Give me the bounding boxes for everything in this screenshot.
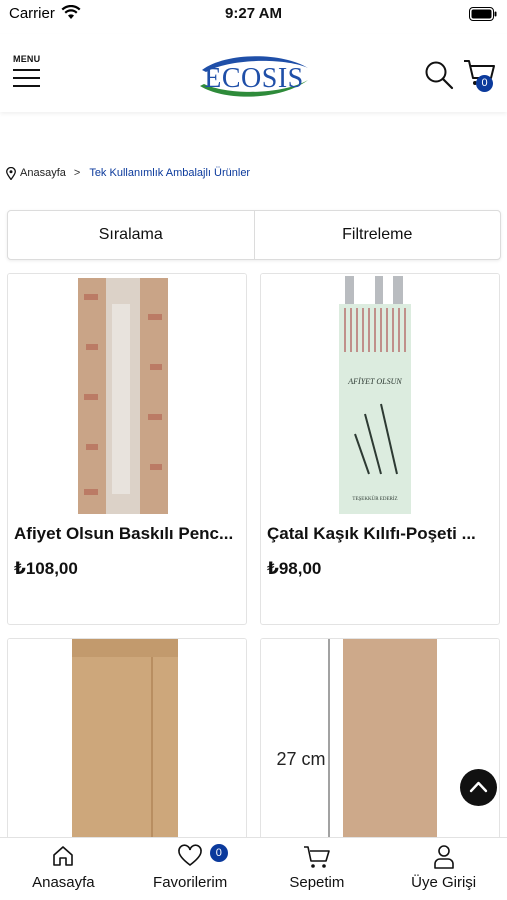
breadcrumb-home-link[interactable]: Anasayfa [20,167,66,179]
menu-label: MENU [13,54,41,64]
scroll-to-top-button[interactable] [460,769,497,806]
tab-favorites[interactable]: 0 Favorilerim [127,838,254,900]
ecosis-logo[interactable]: ECOSIS [196,50,312,102]
tab-login[interactable]: Üye Girişi [380,838,507,900]
product-image[interactable] [8,274,246,514]
product-price: ₺108,00 [14,559,78,578]
product-card[interactable]: Afiyet Olsun Baskılı Penc... ₺108,00 [7,273,247,625]
bottom-tab-bar: Anasayfa 0 Favorilerim Sepetim Üye Giriş… [0,837,507,900]
tab-cart-label: Sepetim [289,874,345,891]
logo-text: ECOSIS [204,63,304,94]
breadcrumb-current-category[interactable]: Tek Kullanımlık Ambalajlı Ürünler [89,167,250,179]
product-title[interactable]: Çatal Kaşık Kılıfı-Poşeti ... [267,524,495,544]
sort-filter-bar: Sıralama Filtreleme [7,210,501,260]
cart-icon [303,846,330,868]
cart-count-badge: 0 [476,75,493,92]
product-title[interactable]: Afiyet Olsun Baskılı Penc... [14,524,242,544]
tab-home-label: Anasayfa [32,874,95,891]
product-card[interactable] [7,638,247,848]
arrow-up-icon [469,781,488,793]
search-icon [425,61,454,90]
battery-icon [469,7,497,21]
filter-button[interactable]: Filtreleme [255,211,501,259]
breadcrumb: Anasayfa > Tek Kullanımlık Ambalajlı Ürü… [6,164,250,182]
tab-cart[interactable]: Sepetim [254,838,381,900]
size-caption: 27 cm [276,749,325,769]
sleeve-print-top: AFİYET OLSUN [347,377,402,386]
product-image[interactable] [8,639,246,847]
location-pin-icon [6,166,16,180]
product-card[interactable]: AFİYET OLSUN TEŞEKKÜR EDERİZ Çatal Kaşık… [260,273,500,625]
tab-home[interactable]: Anasayfa [0,838,127,900]
search-button[interactable] [424,60,454,90]
status-bar: Carrier 9:27 AM [0,0,507,30]
tab-favorites-label: Favorilerim [153,874,228,891]
sleeve-print-bottom: TEŞEKKÜR EDERİZ [352,496,397,502]
product-image[interactable]: 27 cm [261,639,499,847]
product-image[interactable]: AFİYET OLSUN TEŞEKKÜR EDERİZ [261,274,499,514]
favorites-count-badge: 0 [209,844,228,862]
breadcrumb-separator: > [73,167,81,179]
app-header: MENU ECOSIS 0 [0,34,507,112]
sort-button[interactable]: Sıralama [8,211,254,259]
product-price: ₺98,00 [267,559,322,578]
tab-login-label: Üye Girişi [411,874,477,891]
header-cart-button[interactable]: 0 [463,58,497,92]
clock: 9:27 AM [225,5,282,22]
home-icon [53,846,74,866]
heart-icon [178,844,202,867]
menu-button[interactable]: MENU [12,52,42,92]
user-icon [433,845,454,869]
product-card[interactable]: 27 cm [260,638,500,848]
